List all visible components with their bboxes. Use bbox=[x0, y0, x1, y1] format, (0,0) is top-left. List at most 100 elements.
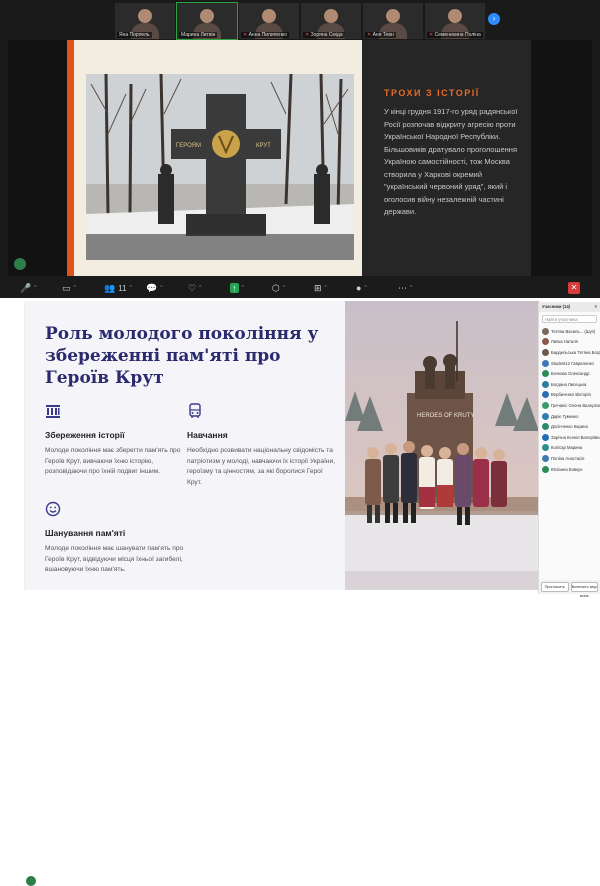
chevron-up-icon[interactable]: ^ bbox=[410, 285, 412, 291]
participant-row-name: Липка Наталя bbox=[551, 339, 578, 345]
participant-name-label: Аня Тевн bbox=[372, 32, 394, 38]
chevron-right-icon[interactable]: › bbox=[488, 13, 500, 25]
participant-row-name: Юліанна Бовкун bbox=[551, 466, 583, 472]
avatar bbox=[542, 380, 549, 388]
invite-button[interactable]: Пригласить bbox=[541, 582, 569, 592]
participant-row-name: Тетяна Василь... (Шуп) bbox=[551, 328, 596, 334]
students-photo: HEROES OF KRUTY bbox=[345, 301, 539, 590]
chevron-up-icon[interactable]: ^ bbox=[34, 285, 36, 291]
chevron-up-icon[interactable]: ^ bbox=[283, 285, 285, 291]
video-tile[interactable]: ✕ Семенихина Поліна bbox=[425, 3, 485, 39]
chevron-up-icon[interactable]: ^ bbox=[74, 285, 76, 291]
chevron-up-icon[interactable]: ^ bbox=[130, 285, 132, 291]
participant-row[interactable]: Даріє Гуменко bbox=[539, 411, 600, 422]
participant-row[interactable]: Бочкова Олександр bbox=[539, 368, 600, 379]
participant-row-name: Даріє Гуменко bbox=[551, 413, 579, 419]
close-icon: ✕ bbox=[570, 283, 578, 292]
participant-search-input[interactable]: Найти участника bbox=[542, 315, 597, 323]
more-button[interactable]: ⋯ ^ bbox=[398, 283, 440, 294]
video-icon: ▭ bbox=[62, 282, 71, 293]
participant-head bbox=[138, 9, 152, 23]
reactions-icon: ♡ bbox=[188, 282, 197, 293]
presentation-status-icon[interactable] bbox=[26, 876, 36, 886]
avatar bbox=[542, 327, 549, 335]
presentation-window: Роль молодого покоління у збереженні пам… bbox=[0, 298, 600, 886]
avatar bbox=[542, 433, 549, 441]
slide-text-panel: ТРОХИ З ІСТОРІЇ У кінці грудня 1917-го у… bbox=[362, 40, 531, 276]
smile-icon bbox=[45, 501, 61, 517]
participants-footer: Пригласить Включить звук всем bbox=[539, 580, 600, 598]
apps-button[interactable]: ⊞ ^ bbox=[314, 283, 356, 294]
participant-count: 11 bbox=[118, 283, 127, 293]
avatar bbox=[542, 444, 549, 452]
feature-text: Молоде покоління має зберегти пам'ять пр… bbox=[45, 447, 181, 475]
video-tile[interactable]: Яна Порпель bbox=[115, 3, 175, 39]
share-screen-button[interactable]: ↑ ^ bbox=[230, 283, 272, 293]
chat-button[interactable]: 💬 ^ bbox=[146, 283, 188, 294]
participant-row[interactable]: Зарічна Ксенія Валеріївна bbox=[539, 432, 600, 443]
share-screen-icon: ↑ bbox=[230, 283, 239, 293]
participant-name: ✕ Семенихина Поліна bbox=[427, 32, 483, 38]
presentation-slide: Роль молодого покоління у збереженні пам… bbox=[24, 301, 539, 590]
chevron-up-icon[interactable]: ^ bbox=[325, 285, 327, 291]
participant-name: Марина Литвін bbox=[179, 32, 218, 38]
slide-accent-bar bbox=[67, 40, 74, 276]
zoom-status-icon[interactable] bbox=[14, 258, 26, 270]
shared-slide: ГЕРОЯМ КРУТ ТРОХИ З ІСТОРІЇ У кінці груд… bbox=[67, 40, 531, 276]
chevron-up-icon[interactable]: ^ bbox=[199, 285, 201, 291]
participant-name: ✕ Анна Пилипенко bbox=[241, 32, 289, 38]
avatar bbox=[542, 423, 549, 431]
participant-name: ✕ Зоряна Сміда bbox=[303, 32, 345, 38]
avatar bbox=[542, 465, 549, 473]
video-button[interactable]: ▭ ^ bbox=[62, 283, 104, 294]
participants-header: Учасники (14) × bbox=[539, 302, 600, 312]
participant-row[interactable]: Юліанна Бовкун bbox=[539, 464, 600, 475]
chevron-up-icon[interactable]: ^ bbox=[242, 285, 244, 291]
security-button[interactable]: ⬡ ^ bbox=[272, 283, 314, 294]
video-tile[interactable]: ✕ Аня Тевн bbox=[363, 3, 423, 39]
chevron-up-icon[interactable]: ^ bbox=[364, 285, 366, 291]
participant-row-name: Досінченко Карина bbox=[551, 424, 588, 430]
participants-title: Учасники (14) bbox=[542, 304, 571, 309]
participant-name-label: Зоряна Сміда bbox=[310, 32, 343, 38]
participant-row[interactable]: Гречаніс Олена Валерієвна bbox=[539, 400, 600, 411]
unmute-all-button[interactable]: Включить звук всем bbox=[570, 582, 598, 598]
monument-left-text: ГЕРОЯМ bbox=[176, 143, 201, 149]
participant-row-name: Поліна Анастасія bbox=[551, 455, 585, 461]
chevron-up-icon[interactable]: ^ bbox=[160, 285, 162, 291]
participant-row[interactable]: Student12 Гавриленко bbox=[539, 358, 600, 369]
participant-row[interactable]: Досінченко Карина bbox=[539, 421, 600, 432]
feature-history: Збереження історії Молоде покоління має … bbox=[45, 403, 195, 478]
participant-name: Яна Порпель bbox=[117, 32, 152, 38]
participant-row-name: Student12 Гавриленко bbox=[551, 360, 594, 366]
participants-list: Тетяна Василь... (Шуп) Липка Наталя Бардел… bbox=[539, 326, 600, 474]
participant-head bbox=[262, 9, 276, 23]
participant-row-name: Вербиченко Вікторія bbox=[551, 392, 591, 398]
mic-button[interactable]: 🎤 ^ bbox=[20, 283, 62, 294]
end-meeting-button[interactable]: ✕ bbox=[568, 282, 580, 294]
feature-text: Молоде покоління має шанувати пам'ять пр… bbox=[45, 545, 184, 573]
apps-icon: ⊞ bbox=[314, 282, 322, 293]
chat-icon: 💬 bbox=[146, 282, 158, 293]
participant-row-name: Колісар Марина bbox=[551, 445, 583, 451]
participant-row[interactable]: Колісар Марина bbox=[539, 443, 600, 454]
video-tile[interactable]: Марина Литвін bbox=[176, 2, 238, 40]
video-tile[interactable]: ✕ Анна Пилипенко bbox=[239, 3, 299, 39]
participant-row[interactable]: Липка Наталя bbox=[539, 337, 600, 348]
participant-row-name: Зарічна Ксенія Валеріївна bbox=[551, 434, 600, 440]
avatar bbox=[542, 348, 549, 356]
record-button[interactable]: ● ^ bbox=[356, 283, 398, 293]
participants-button[interactable]: 👥 11 ^ bbox=[104, 283, 146, 294]
participant-row-name: Богдана Лисецька bbox=[551, 381, 587, 387]
monument-label: HEROES OF KRUTY bbox=[417, 413, 474, 419]
monument-photo: ГЕРОЯМ КРУТ bbox=[86, 74, 354, 260]
close-icon[interactable]: × bbox=[595, 304, 597, 310]
participant-row[interactable]: Поліна Анастасія bbox=[539, 453, 600, 464]
reactions-button[interactable]: ♡ ^ bbox=[188, 283, 230, 294]
participant-row[interactable]: Богдана Лисецька bbox=[539, 379, 600, 390]
video-tile[interactable]: ✕ Зоряна Сміда bbox=[301, 3, 361, 39]
participants-video-strip: Яна Порпель Марина Литвін ✕ Анна Пилипенко… bbox=[115, 2, 485, 40]
participant-row[interactable]: Бардельська Тетяна Богданова bbox=[539, 347, 600, 358]
participant-row[interactable]: Тетяна Василь... (Шуп) bbox=[539, 326, 600, 337]
participant-row[interactable]: Вербиченко Вікторія bbox=[539, 390, 600, 401]
